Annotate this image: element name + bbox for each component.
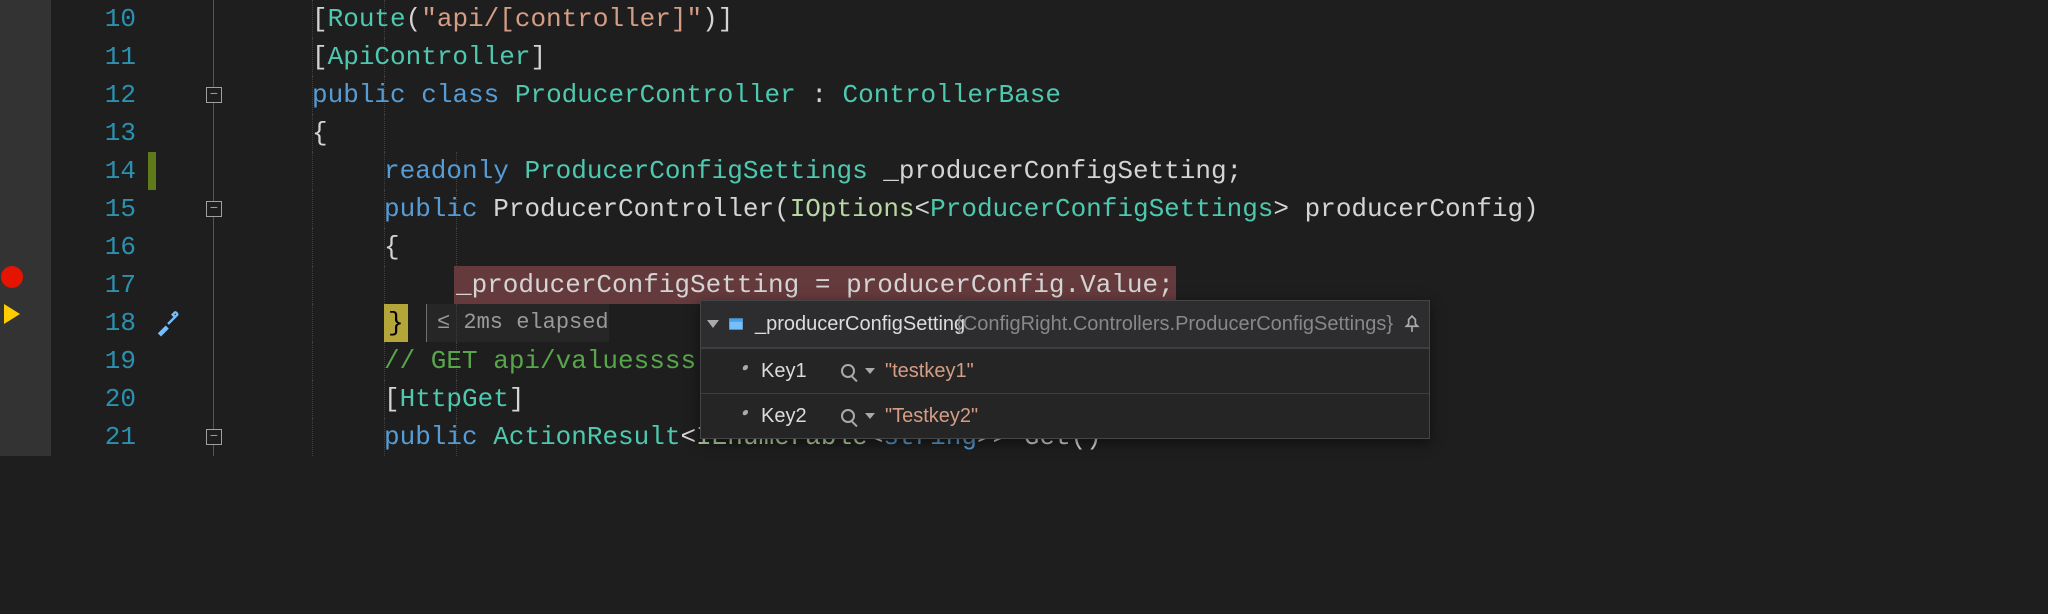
statement: _producerConfigSetting = producerConfig.… xyxy=(456,270,1174,300)
datatip-row[interactable]: Key2 "Testkey2" xyxy=(701,393,1429,438)
magnifier-icon[interactable] xyxy=(841,409,855,423)
line-number: 12 xyxy=(52,76,148,114)
fold-toggle[interactable]: − xyxy=(206,429,222,445)
type-name: Route xyxy=(328,4,406,34)
field-icon xyxy=(727,315,745,333)
keyword: readonly xyxy=(384,156,509,186)
keyword: public xyxy=(384,422,478,452)
code-line[interactable]: 17 _producerConfigSetting = producerConf… xyxy=(0,266,2048,304)
line-number: 10 xyxy=(52,0,148,38)
debugger-datatip[interactable]: _producerConfigSetting {ConfigRight.Cont… xyxy=(700,300,1430,439)
line-number: 18 xyxy=(52,304,148,342)
perf-tip[interactable]: ≤ 2ms elapsed xyxy=(426,304,609,342)
string-literal: "api/[controller]" xyxy=(421,4,702,34)
datatip-variable-name: _producerConfigSetting xyxy=(755,305,946,343)
code-line[interactable]: 14 readonly ProducerConfigSettings _prod… xyxy=(0,152,2048,190)
code-line[interactable]: 15 − public ProducerController(IOptions<… xyxy=(0,190,2048,228)
datatip-value: {ConfigRight.Controllers.ProducerConfigS… xyxy=(956,305,1393,343)
type-name: ProducerConfigSettings xyxy=(930,194,1273,224)
keyword: public xyxy=(312,80,406,110)
code-line[interactable]: 16 { xyxy=(0,228,2048,266)
magnifier-icon[interactable] xyxy=(841,364,855,378)
type-name: ProducerController xyxy=(515,80,796,110)
wrench-icon xyxy=(733,362,751,380)
keyword: public xyxy=(384,194,478,224)
current-line-arrow-icon xyxy=(4,304,20,324)
datatip-row[interactable]: Key1 "testkey1" xyxy=(701,348,1429,393)
fold-toggle[interactable]: − xyxy=(206,87,222,103)
chevron-down-icon[interactable] xyxy=(865,368,875,374)
parameter: producerConfig) xyxy=(1289,194,1539,224)
wrench-icon xyxy=(733,407,751,425)
datatip-key: Key1 xyxy=(761,352,831,390)
type-name: ControllerBase xyxy=(843,80,1061,110)
change-marker xyxy=(148,152,156,190)
line-number: 13 xyxy=(52,114,148,152)
datatip-key: Key2 xyxy=(761,397,831,435)
type-name: HttpGet xyxy=(400,384,509,414)
keyword: class xyxy=(421,80,499,110)
identifier: _producerConfigSetting; xyxy=(868,156,1242,186)
type-name: ProducerConfigSettings xyxy=(524,156,867,186)
line-number: 17 xyxy=(52,266,148,304)
datatip-value: "Testkey2" xyxy=(885,397,978,435)
line-number: 16 xyxy=(52,228,148,266)
datatip-header[interactable]: _producerConfigSetting {ConfigRight.Cont… xyxy=(701,301,1429,348)
pin-icon[interactable] xyxy=(1403,315,1421,333)
expand-toggle-icon[interactable] xyxy=(707,320,719,328)
bracket: [ xyxy=(312,4,328,34)
code-line[interactable]: 13 { xyxy=(0,114,2048,152)
line-number: 14 xyxy=(52,152,148,190)
chevron-down-icon[interactable] xyxy=(865,413,875,419)
current-execution-highlight: } xyxy=(384,304,408,342)
line-number: 21 xyxy=(52,418,148,456)
type-name: ActionResult xyxy=(493,422,680,452)
quick-action-icon[interactable] xyxy=(154,310,182,338)
code-editor[interactable]: 10 [Route("api/[controller]")] 11 [ApiCo… xyxy=(0,0,2048,614)
breakpoint-icon[interactable] xyxy=(1,266,23,288)
code-line[interactable]: 10 [Route("api/[controller]")] xyxy=(0,0,2048,38)
line-number: 20 xyxy=(52,380,148,418)
datatip-value: "testkey1" xyxy=(885,352,974,390)
fold-toggle[interactable]: − xyxy=(206,201,222,217)
line-number: 11 xyxy=(52,38,148,76)
line-number: 15 xyxy=(52,190,148,228)
comment: // GET api/valuessss xyxy=(384,346,696,376)
code-line[interactable]: 11 [ApiController] xyxy=(0,38,2048,76)
interface-name: IOptions xyxy=(790,194,915,224)
breakpoint-highlight: _producerConfigSetting = producerConfig.… xyxy=(454,266,1176,304)
code-line[interactable]: 12 − public class ProducerController : C… xyxy=(0,76,2048,114)
type-name: ApiController xyxy=(328,42,531,72)
line-number: 19 xyxy=(52,342,148,380)
constructor-name: ProducerController xyxy=(493,194,774,224)
